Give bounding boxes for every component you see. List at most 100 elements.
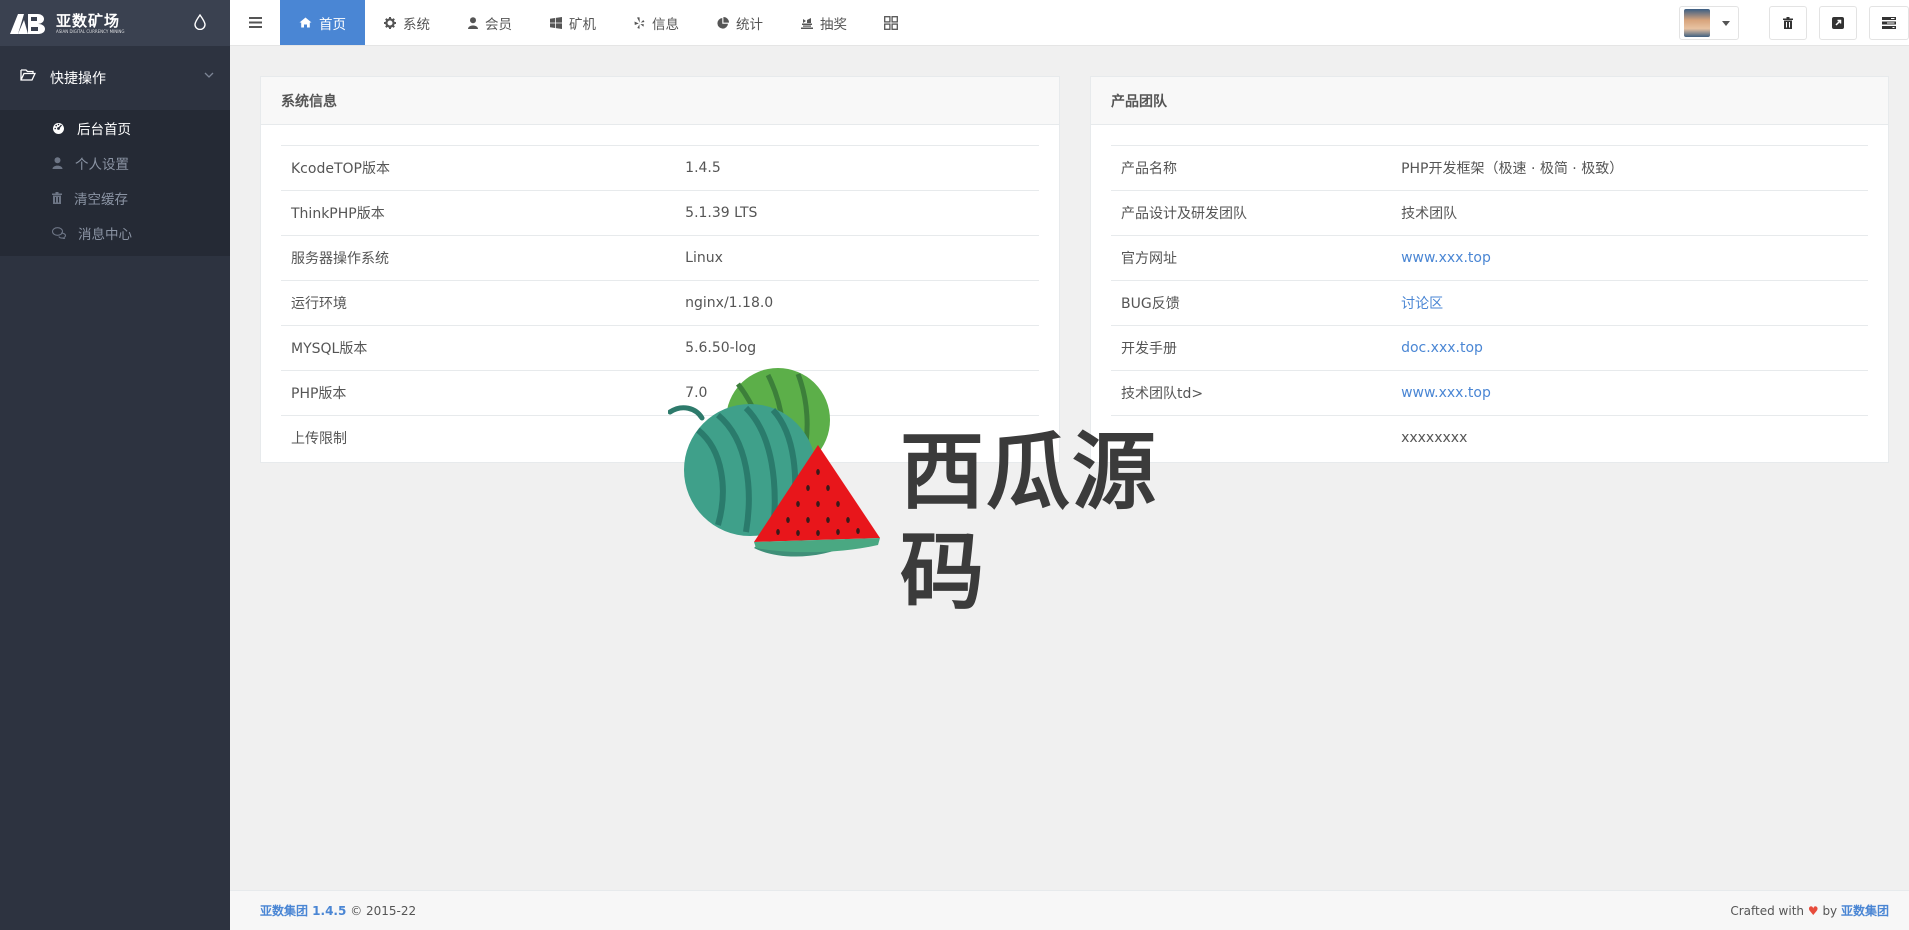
info-value: 5.1.39 LTS xyxy=(675,190,1039,236)
info-value: xxxxxxxx xyxy=(1401,430,1468,447)
top-navbar: 首页 系统 会员 矿机 信息 统计 抽奖 xyxy=(230,0,1909,46)
menu-toggle-button[interactable] xyxy=(230,0,280,45)
info-key: ThinkPHP版本 xyxy=(281,190,676,236)
apps-grid-button[interactable] xyxy=(866,0,916,45)
tab-label: 会员 xyxy=(485,16,512,33)
dashboard-icon xyxy=(53,122,64,134)
clear-cache-button[interactable] xyxy=(1769,6,1807,40)
table-row: 服务器操作系统 Linux xyxy=(281,235,1039,281)
comments-icon xyxy=(52,226,66,239)
sidebar-item-dashboard[interactable]: 后台首页 xyxy=(0,110,230,145)
folder-open-icon xyxy=(20,69,36,81)
info-key: 运行环境 xyxy=(281,280,676,326)
tab-label: 首页 xyxy=(319,16,346,33)
open-frontend-button[interactable] xyxy=(1819,6,1857,40)
info-key: 上传限制 xyxy=(291,431,347,448)
info-value: 1.4.5 xyxy=(675,145,1039,191)
info-link[interactable]: doc.xxx.top xyxy=(1401,340,1483,356)
grid-icon xyxy=(884,15,898,30)
info-key: KcodeTOP版本 xyxy=(281,145,676,191)
footer: 亚数集团 1.4.5 © 2015-22 Crafted with ♥ by 亚… xyxy=(230,890,1909,930)
tab-miners[interactable]: 矿机 xyxy=(531,0,615,45)
footer-company: 亚数集团 1.4.5 xyxy=(260,904,347,918)
watermark-text: 西瓜源码 xyxy=(900,423,1159,621)
sidebar: 亚数矿场 ASIAN DIGITAL CURRENCY MINING 快捷操作 … xyxy=(0,0,230,930)
footer-crafted: Crafted with xyxy=(1730,904,1805,918)
hamburger-icon xyxy=(248,17,262,28)
chevron-down-icon xyxy=(204,72,214,78)
info-value: www.xxx.top xyxy=(1391,235,1868,281)
info-link[interactable]: www.xxx.top xyxy=(1401,385,1491,401)
user-icon xyxy=(468,16,478,29)
caret-down-icon xyxy=(1722,20,1730,26)
trash-icon xyxy=(52,191,62,204)
sidebar-item-label: 消息中心 xyxy=(78,226,132,243)
tab-label: 矿机 xyxy=(569,16,596,33)
settings-panel-button[interactable] xyxy=(1869,6,1909,40)
tab-stats[interactable]: 统计 xyxy=(698,0,782,45)
submenu: 后台首页 个人设置 清空缓存 消息中心 xyxy=(0,110,230,256)
table-row: BUG反馈 讨论区 xyxy=(1111,280,1868,326)
user-icon xyxy=(52,156,63,169)
tab-label: 统计 xyxy=(736,16,763,33)
sidebar-item-label: 后台首页 xyxy=(77,121,131,138)
footer-copyright: © 2015-22 xyxy=(350,904,417,918)
home-icon xyxy=(299,17,312,28)
tab-members[interactable]: 会员 xyxy=(449,0,531,45)
panel-title: 系统信息 xyxy=(261,77,1059,125)
tab-home[interactable]: 首页 xyxy=(280,0,365,45)
tab-label: 系统 xyxy=(403,16,430,33)
tasks-icon xyxy=(1882,17,1896,29)
gift-icon xyxy=(801,17,813,29)
logo-bar: 亚数矿场 ASIAN DIGITAL CURRENCY MINING xyxy=(0,0,230,46)
theme-drop-icon[interactable] xyxy=(194,14,206,30)
yelp-icon xyxy=(634,16,645,29)
brand-logo-icon xyxy=(10,14,45,34)
sidebar-item-profile[interactable]: 个人设置 xyxy=(0,145,230,180)
trash-icon xyxy=(1783,17,1793,29)
table-row: 产品名称 PHP开发框架（极速 · 极简 · 极致） xyxy=(1111,145,1868,191)
tab-label: 抽奖 xyxy=(820,16,847,33)
info-value: PHP开发框架（极速 · 极简 · 极致） xyxy=(1391,145,1868,191)
watermelon-logo-icon xyxy=(668,368,880,557)
avatar xyxy=(1684,9,1710,37)
table-row: ThinkPHP版本 5.1.39 LTS xyxy=(281,190,1039,236)
sidebar-item-label: 个人设置 xyxy=(75,156,129,173)
tab-system[interactable]: 系统 xyxy=(365,0,449,45)
sidebar-item-clear-cache[interactable]: 清空缓存 xyxy=(0,180,230,215)
info-key: PHP版本 xyxy=(281,370,676,416)
info-value: www.xxx.top xyxy=(1391,370,1868,416)
user-menu-button[interactable] xyxy=(1679,6,1739,40)
brand-title: 亚数矿场 xyxy=(56,11,121,30)
tab-lottery[interactable]: 抽奖 xyxy=(782,0,866,45)
table-row: 运行环境 nginx/1.18.0 xyxy=(281,280,1039,326)
menu-group-quick[interactable]: 快捷操作 xyxy=(0,46,230,110)
info-link[interactable]: 讨论区 xyxy=(1401,296,1443,312)
heart-icon: ♥ xyxy=(1807,904,1819,918)
pie-chart-icon xyxy=(717,16,729,29)
info-value: 技术团队 xyxy=(1391,190,1868,236)
panel-title: 产品团队 xyxy=(1091,77,1888,125)
info-key: 产品设计及研发团队 xyxy=(1111,190,1392,236)
tab-info[interactable]: 信息 xyxy=(615,0,698,45)
sidebar-item-messages[interactable]: 消息中心 xyxy=(0,215,230,250)
gear-icon xyxy=(384,16,396,29)
info-key: 官方网址 xyxy=(1111,235,1392,281)
sidebar-item-label: 清空缓存 xyxy=(74,191,128,208)
table-row: KcodeTOP版本 1.4.5 xyxy=(281,145,1039,191)
info-value: nginx/1.18.0 xyxy=(675,280,1039,326)
menu-group-label: 快捷操作 xyxy=(50,71,106,87)
toolbar-right xyxy=(1679,0,1909,46)
info-key: BUG反馈 xyxy=(1111,280,1392,326)
info-value: doc.xxx.top xyxy=(1391,325,1868,371)
info-link[interactable]: www.xxx.top xyxy=(1401,250,1491,266)
brand-subtitle: ASIAN DIGITAL CURRENCY MINING xyxy=(56,28,125,34)
tab-label: 信息 xyxy=(652,16,679,33)
brand-logo[interactable]: 亚数矿场 ASIAN DIGITAL CURRENCY MINING xyxy=(8,10,125,36)
info-key: 产品名称 xyxy=(1111,145,1392,191)
table-row: 产品设计及研发团队 技术团队 xyxy=(1111,190,1868,236)
watermark: 西瓜源码 xyxy=(668,360,1238,621)
table-row: 官方网址 www.xxx.top xyxy=(1111,235,1868,281)
footer-author-link[interactable]: 亚数集团 xyxy=(1841,904,1889,918)
footer-by: by xyxy=(1822,904,1838,918)
